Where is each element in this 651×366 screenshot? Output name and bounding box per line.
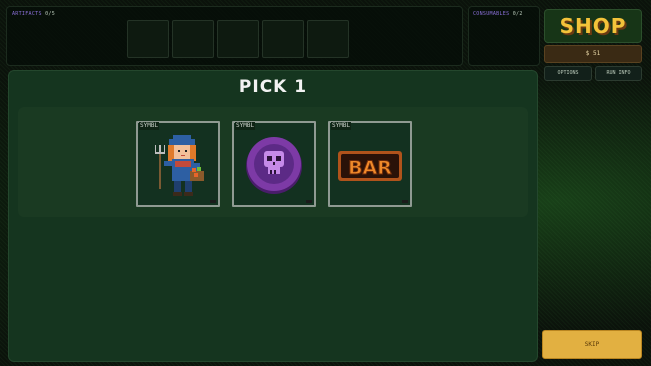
artifact-slots <box>127 20 349 58</box>
skull-coin-icon <box>238 133 310 199</box>
artifacts-panel: ARTIFACTS 0/5 <box>6 6 463 66</box>
artifacts-count: 0/5 <box>45 11 56 17</box>
artifact-slot[interactable] <box>307 20 349 58</box>
pick-panel: PICK 1 SYMBL SYMBL SYMBL BAR <box>8 70 538 362</box>
symbol-card-farmer[interactable]: SYMBL <box>136 121 220 207</box>
artifacts-label-text: ARTIFACTS <box>12 11 42 17</box>
top-bar: ARTIFACTS 0/5 CONSUMABLES 0/2 <box>6 6 540 66</box>
money-display: $ 51 <box>544 45 642 63</box>
artifact-slot[interactable] <box>172 20 214 58</box>
artifact-slot[interactable] <box>127 20 169 58</box>
bar-symbol-text: BAR <box>348 157 392 179</box>
bar-symbol-icon: BAR <box>334 133 406 199</box>
skip-button[interactable]: SKIP <box>542 330 642 359</box>
artifacts-label: ARTIFACTS 0/5 <box>12 11 55 17</box>
artifact-slot[interactable] <box>262 20 304 58</box>
shop-title: SHOP <box>544 9 642 43</box>
card-tag: SYMBL <box>331 122 352 130</box>
options-button[interactable]: OPTIONS <box>544 66 592 81</box>
consumables-label-text: CONSUMABLES <box>473 11 510 17</box>
card-corner-mark <box>402 200 408 203</box>
card-corner-mark <box>210 200 216 203</box>
consumables-label: CONSUMABLES 0/2 <box>473 11 523 17</box>
consumables-count: 0/2 <box>512 11 523 17</box>
run-info-button[interactable]: RUN INFO <box>595 66 642 81</box>
pick-title: PICK 1 <box>238 77 308 97</box>
symbol-card-skull-coin[interactable]: SYMBL <box>232 121 316 207</box>
artifact-slot[interactable] <box>217 20 259 58</box>
consumables-panel: CONSUMABLES 0/2 <box>468 6 540 66</box>
symbol-card-bar[interactable]: SYMBL BAR <box>328 121 412 207</box>
card-tag: SYMBL <box>235 122 256 130</box>
farmer-icon <box>142 133 214 199</box>
card-tag: SYMBL <box>139 122 160 130</box>
game-screen: ARTIFACTS 0/5 CONSUMABLES 0/2 SHOP $ 51 … <box>0 0 651 366</box>
card-corner-mark <box>306 200 312 203</box>
